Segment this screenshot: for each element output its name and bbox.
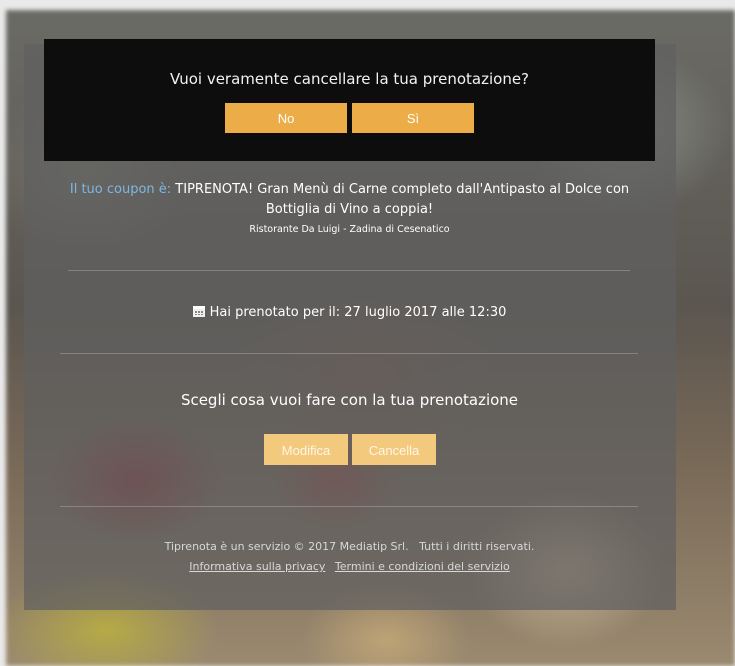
footer: Tiprenota è un servizio © 2017 Mediatip … bbox=[44, 537, 655, 577]
actions-title: Scegli cosa vuoi fare con la tua prenota… bbox=[180, 391, 519, 409]
cancel-confirmation-bar: Vuoi veramente cancellare la tua prenota… bbox=[44, 39, 655, 161]
divider bbox=[60, 353, 638, 354]
cancel-booking-button[interactable]: Cancella bbox=[352, 434, 436, 465]
coupon-text: TIPRENOTA! Gran Menù di Carne completo d… bbox=[175, 182, 630, 217]
divider bbox=[60, 506, 638, 507]
terms-link[interactable]: Termini e condizioni del servizio bbox=[335, 560, 510, 573]
restaurant-name: Ristorante Da Luigi - Zadina di Cesenati… bbox=[249, 224, 450, 235]
edit-button[interactable]: Modifica bbox=[264, 434, 348, 465]
calendar-icon bbox=[192, 306, 205, 317]
no-button[interactable]: No bbox=[225, 103, 347, 133]
yes-button[interactable]: Sì bbox=[352, 103, 474, 133]
coupon-label: Il tuo coupon è: bbox=[69, 182, 172, 197]
confirm-question: Vuoi veramente cancellare la tua prenota… bbox=[169, 70, 530, 88]
divider bbox=[68, 270, 630, 271]
privacy-link[interactable]: Informativa sulla privacy bbox=[189, 560, 325, 573]
copyright-text: Tiprenota è un servizio © 2017 Mediatip … bbox=[164, 540, 409, 553]
booking-text: Hai prenotato per il: 27 luglio 2017 all… bbox=[209, 305, 507, 320]
booking-info: Hai prenotato per il: 27 luglio 2017 all… bbox=[44, 305, 655, 320]
rights-text: Tutti i diritti riservati. bbox=[419, 540, 535, 553]
coupon-description: Il tuo coupon è: TIPRENOTA! Gran Menù di… bbox=[44, 180, 655, 220]
